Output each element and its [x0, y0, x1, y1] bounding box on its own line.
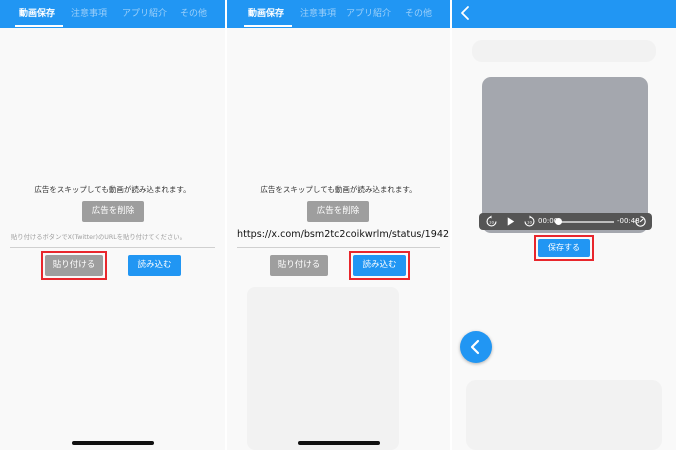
tab-indicator — [244, 25, 292, 27]
notice-text: 広告をスキップしても動画が読み込まれます。 — [34, 185, 191, 194]
back-arrow-icon[interactable] — [458, 5, 474, 21]
ad-area-bottom — [466, 380, 662, 450]
app-bar — [452, 0, 676, 28]
replay-10-icon[interactable]: 10 — [485, 215, 498, 228]
seek-track[interactable] — [558, 221, 614, 223]
remove-ad-button[interactable]: 広告を削除 — [307, 201, 369, 222]
screen-initial: 動画保存 注意事項 アプリ紹介 その他 広告をスキップしても動画が読み込まれます… — [0, 0, 225, 450]
home-indicator — [298, 441, 380, 445]
tab-app-intro[interactable]: アプリ紹介 — [346, 0, 391, 28]
play-icon[interactable] — [504, 215, 517, 228]
tab-other[interactable]: その他 — [405, 0, 432, 28]
home-indicator — [72, 441, 154, 445]
forward-10-icon[interactable]: 10 — [523, 215, 536, 228]
tab-other[interactable]: その他 — [180, 0, 207, 28]
highlight-paste-button — [41, 251, 107, 280]
back-fab[interactable] — [460, 331, 492, 363]
notice-text: 広告をスキップしても動画が読み込まれます。 — [260, 185, 417, 194]
playback-speed-icon[interactable] — [634, 215, 647, 228]
paste-button[interactable]: 貼り付ける — [270, 255, 328, 276]
tab-notes[interactable]: 注意事項 — [300, 0, 336, 28]
highlight-save-button — [534, 235, 594, 261]
screen-video-preview: 10 10 00:00 -00:48 保存する — [452, 0, 676, 450]
seek-knob[interactable] — [555, 218, 562, 225]
url-input-underline — [10, 247, 215, 248]
ad-area — [247, 287, 399, 450]
tab-indicator — [15, 25, 63, 27]
video-controls: 10 10 00:00 -00:48 — [479, 213, 652, 230]
app-bar: 動画保存 注意事項 アプリ紹介 その他 — [0, 0, 225, 28]
svg-text:10: 10 — [489, 219, 494, 224]
load-button[interactable]: 読み込む — [128, 255, 181, 276]
svg-text:10: 10 — [527, 219, 532, 224]
highlight-load-button — [349, 251, 410, 280]
chevron-left-icon — [470, 339, 480, 355]
tab-app-intro[interactable]: アプリ紹介 — [122, 0, 167, 28]
tab-video-save[interactable]: 動画保存 — [19, 0, 55, 28]
url-input[interactable]: 貼り付けるボタンでX(Twitter)のURLを貼り付けてください。 — [11, 232, 186, 241]
app-bar: 動画保存 注意事項 アプリ紹介 その他 — [227, 0, 450, 28]
remove-ad-button[interactable]: 広告を削除 — [82, 201, 144, 222]
tab-video-save[interactable]: 動画保存 — [248, 0, 284, 28]
screen-url-pasted: 動画保存 注意事項 アプリ紹介 その他 広告をスキップしても動画が読み込まれます… — [227, 0, 450, 450]
tab-notes[interactable]: 注意事項 — [71, 0, 107, 28]
video-preview[interactable] — [482, 77, 648, 233]
url-input-underline — [237, 247, 440, 248]
url-input[interactable]: https://x.com/bsm2tc2coikwrlm/status/194… — [237, 229, 449, 240]
ad-banner — [472, 40, 656, 62]
